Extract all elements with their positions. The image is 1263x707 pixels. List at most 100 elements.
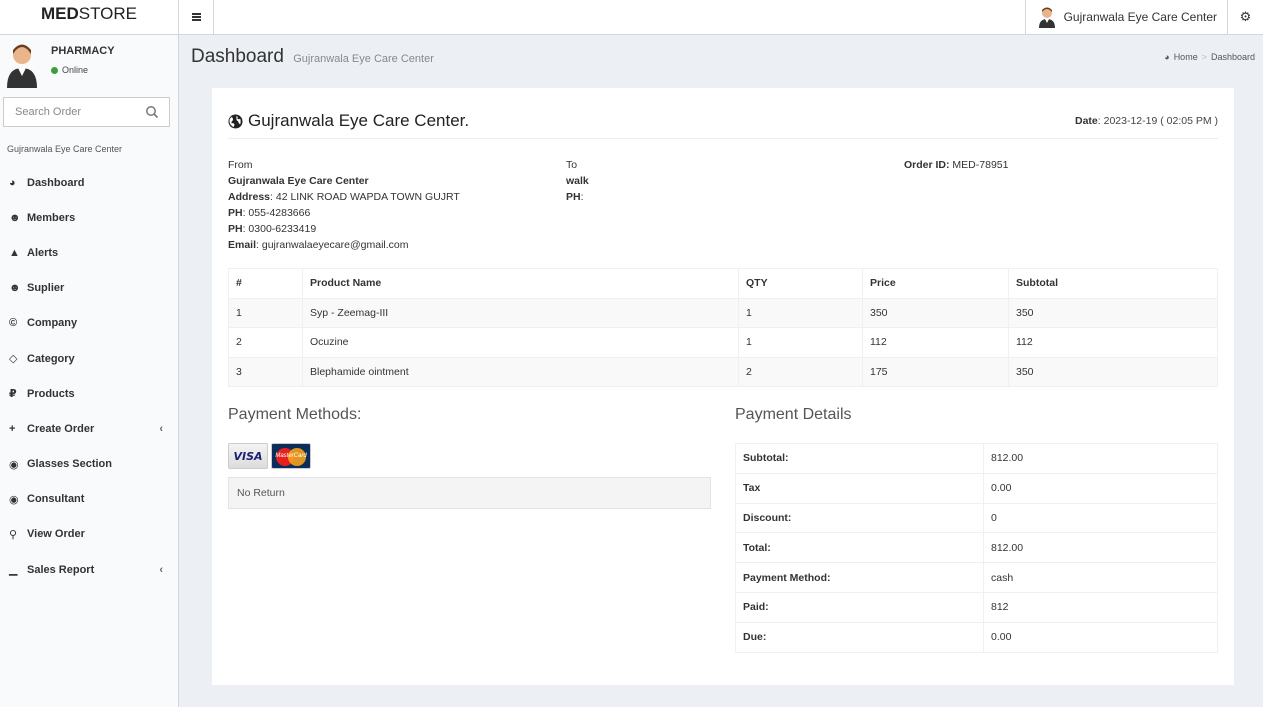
email-value: : gujranwalaeyecare@gmail.com [256, 239, 409, 251]
sidebar-item-view-order[interactable]: ⚲ View Order [0, 517, 178, 552]
dashboard-icon: ◕ [9, 176, 16, 189]
detail-value: 0.00 [983, 472, 1218, 504]
top-navbar: Gujranwala Eye Care Center ⚙ [179, 0, 1263, 35]
header-user-name: Gujranwala Eye Care Center [1063, 10, 1217, 24]
search-order-box [3, 97, 170, 127]
table-row: Total: 812.00 [735, 532, 1218, 564]
sidebar-item-create-order[interactable]: + Create Order ‹ [0, 411, 178, 446]
table-cell: 112 [862, 327, 1009, 358]
sidebar-item-consultant[interactable]: ◉ Consultant [0, 482, 178, 517]
column-header: Price [862, 268, 1009, 299]
detail-value: 812.00 [983, 443, 1218, 474]
table-row: Payment Method: cash [735, 562, 1218, 593]
sidebar-item-label: Members [27, 211, 76, 224]
sidebar-item-label: Products [27, 387, 75, 400]
table-cell: Syp - Zeemag-III [302, 297, 739, 329]
dashboard-icon: ◕ [1164, 52, 1170, 62]
sidebar-item-products[interactable]: ₽ Products [0, 376, 178, 411]
sidebar-user-name: PHARMACY [51, 45, 115, 57]
ruble-icon: ₽ [9, 388, 17, 401]
table-row: Due: 0.00 [735, 621, 1218, 653]
table-row: 1 Syp - Zeemag-III 1 350 350 [228, 297, 1218, 329]
to-name: walk [566, 175, 589, 187]
column-header: QTY [738, 268, 863, 299]
table-cell: 350 [1008, 356, 1218, 388]
table-cell: 350 [1008, 297, 1218, 329]
payment-details-title: Payment Details [735, 406, 852, 423]
detail-label: Tax [735, 472, 984, 504]
divider [228, 138, 1218, 139]
table-cell: 1 [738, 297, 863, 329]
sidebar-toggle-button[interactable] [179, 0, 214, 34]
table-row: Subtotal: 812.00 [735, 443, 1218, 474]
sidebar-item-dashboard[interactable]: ◕ Dashboard [0, 165, 178, 200]
sidebar-item-company[interactable]: © Company [0, 306, 178, 341]
invoice-order-id: Order ID: MED-78951 [904, 157, 1008, 173]
brand-logo[interactable]: MEDSTORE [0, 0, 179, 35]
settings-button[interactable]: ⚙ [1227, 0, 1263, 34]
detail-label: Due: [735, 621, 984, 653]
detail-value: cash [983, 562, 1218, 593]
detail-value: 0 [983, 502, 1218, 534]
mastercard-label: MasterCard [275, 453, 307, 459]
column-header: # [228, 268, 303, 299]
eye-icon: ◉ [9, 493, 19, 506]
page-subtitle: Gujranwala Eye Care Center [293, 53, 434, 65]
chevron-left-icon: ‹ [159, 422, 163, 435]
breadcrumb-current: Dashboard [1210, 52, 1255, 62]
table-cell: 3 [228, 356, 303, 388]
gears-icon: ⚙ [1239, 9, 1252, 24]
sidebar-item-members[interactable]: ☻ Members [0, 200, 178, 235]
globe-icon [228, 113, 243, 129]
detail-value: 0.00 [983, 621, 1218, 653]
to-phone-value: : [580, 191, 584, 203]
online-status-icon [51, 66, 58, 74]
search-icon: ⚲ [9, 528, 18, 541]
return-policy-note: No Return [228, 477, 711, 509]
column-header: Subtotal [1008, 268, 1218, 299]
breadcrumb-home-link[interactable]: Home [1174, 52, 1198, 62]
sidebar-item-suplier[interactable]: ☻ Suplier [0, 271, 178, 306]
invoice-to: To walk PH: [566, 157, 589, 205]
sidebar-item-label: Company [27, 317, 78, 330]
user-avatar-icon [1038, 7, 1055, 28]
search-icon[interactable] [145, 105, 159, 119]
table-cell: 2 [738, 356, 863, 388]
invoice-panel: Gujranwala Eye Care Center. Date: 2023-1… [212, 88, 1234, 685]
sidebar-item-label: Sales Report [27, 563, 95, 576]
invoice-date-label: Date [1075, 115, 1098, 127]
table-cell: 1 [738, 327, 863, 358]
detail-label: Payment Method: [735, 562, 984, 593]
plus-icon: + [9, 422, 16, 435]
sidebar-item-label: Dashboard [27, 176, 85, 189]
detail-value: 812.00 [983, 532, 1218, 564]
user-status: Online [51, 65, 88, 75]
phone-value: : 055-4283666 [242, 207, 311, 219]
invoice-date: Date: 2023-12-19 ( 02:05 PM ) [1075, 115, 1218, 127]
to-label: To [566, 159, 578, 171]
table-cell: 350 [862, 297, 1009, 329]
from-name: Gujranwala Eye Care Center [228, 175, 369, 187]
page-title-text: Dashboard [191, 46, 284, 67]
sidebar: PHARMACY Online Gujranwala Eye Care Cent… [0, 35, 179, 707]
order-items-table: # Product Name QTY Price Subtotal 1 Syp … [228, 268, 1218, 388]
invoice-title-text: Gujranwala Eye Care Center. [248, 111, 470, 130]
user-avatar-icon [7, 44, 37, 88]
user-menu[interactable]: Gujranwala Eye Care Center [1024, 0, 1227, 34]
phone-label: PH [228, 223, 243, 235]
table-cell: Blephamide ointment [302, 356, 739, 388]
brand-logo-bold: MED [40, 4, 79, 23]
search-order-input[interactable] [4, 98, 139, 126]
sidebar-item-sales-report[interactable]: ▁ Sales Report ‹ [0, 552, 178, 587]
visa-card-icon: VISA [228, 443, 268, 469]
bar-chart-icon: ▁ [9, 564, 18, 577]
visa-card-label: VISA [233, 449, 263, 463]
sidebar-item-label: Glasses Section [27, 458, 112, 471]
sidebar-item-category[interactable]: ◇ Category [0, 341, 178, 376]
payment-methods-title: Payment Methods: [228, 406, 362, 423]
sidebar-item-glasses-section[interactable]: ◉ Glasses Section [0, 447, 178, 482]
sidebar-item-alerts[interactable]: ▲ Alerts [0, 235, 178, 270]
table-cell: 175 [862, 356, 1009, 388]
breadcrumb-separator: > [1201, 52, 1207, 62]
users-icon: ☻ [9, 211, 21, 224]
